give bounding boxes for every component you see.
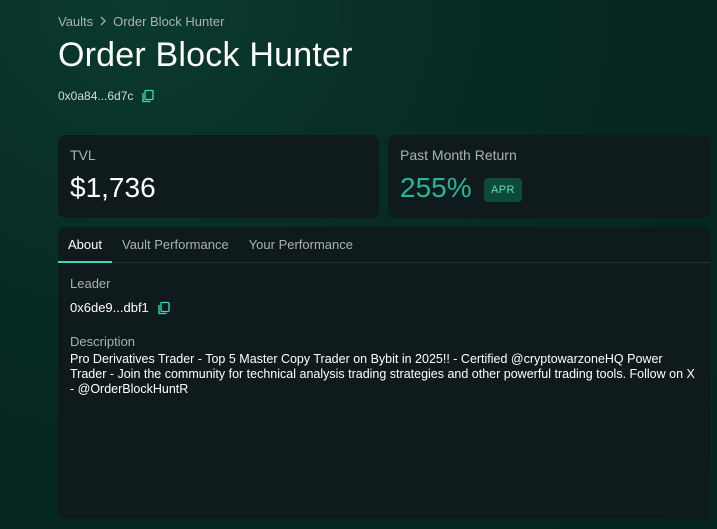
tab-about[interactable]: About (58, 227, 112, 263)
leader-label: Leader (70, 276, 111, 291)
leader-row: 0x6de9...dbf1 (70, 300, 171, 315)
breadcrumb-vaults-link[interactable]: Vaults (58, 14, 93, 29)
tvl-label: TVL (70, 147, 96, 163)
description-text: Pro Derivatives Trader - Top 5 Master Co… (70, 352, 695, 396)
tvl-card: TVL $1,736 (58, 135, 379, 218)
vault-details-panel: About Vault Performance Your Performance… (58, 227, 710, 519)
copy-icon[interactable] (141, 89, 155, 103)
past-month-return-card: Past Month Return 255% APR (388, 135, 710, 218)
breadcrumb-current: Order Block Hunter (113, 14, 225, 29)
past-month-return-value: 255% (400, 172, 472, 203)
page-title: Order Block Hunter (58, 36, 353, 74)
vault-address: 0x0a84...6d7c (58, 89, 134, 103)
vault-address-row: 0x0a84...6d7c (58, 89, 155, 103)
tab-bar: About Vault Performance Your Performance (58, 227, 710, 263)
vault-page: Vaults Order Block Hunter Order Block Hu… (0, 0, 717, 529)
apr-badge: APR (484, 178, 522, 202)
leader-address: 0x6de9...dbf1 (70, 300, 149, 315)
tab-vault-performance[interactable]: Vault Performance (112, 227, 239, 262)
copy-icon[interactable] (157, 301, 171, 315)
tab-your-performance[interactable]: Your Performance (239, 227, 363, 262)
tvl-value: $1,736 (70, 172, 156, 203)
description-label: Description (70, 334, 136, 349)
past-month-return-label: Past Month Return (400, 147, 517, 163)
breadcrumb: Vaults Order Block Hunter (58, 14, 224, 29)
chevron-right-icon (99, 15, 107, 29)
